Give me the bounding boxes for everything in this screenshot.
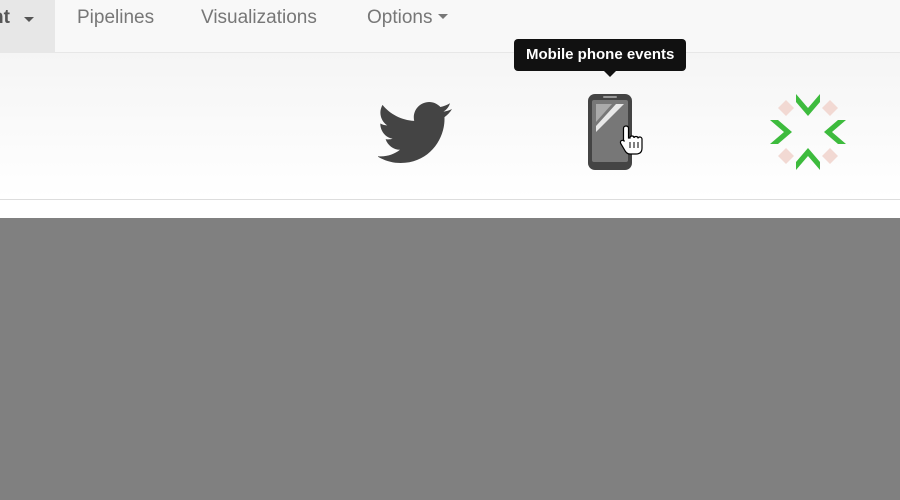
tooltip: Mobile phone events (514, 39, 687, 71)
nav-item-pipelines[interactable]: Pipelines (77, 0, 154, 52)
tooltip-arrow (604, 71, 616, 77)
twitter-bird-icon (377, 102, 452, 163)
nav-item-visualizations[interactable]: Visualizations (201, 0, 317, 52)
nav-item-label: Options (367, 7, 433, 28)
mobile-phone-icon (588, 94, 643, 170)
mobile-phone-source-button[interactable] (586, 92, 648, 172)
modal-backdrop (0, 218, 900, 500)
compress-source-button[interactable] (768, 92, 848, 172)
nav-item-label: nt (0, 7, 10, 28)
caret-down-icon (438, 14, 449, 20)
panel-gap (0, 200, 900, 218)
nav-item-label: Visualizations (201, 7, 317, 28)
twitter-source-button[interactable] (377, 100, 452, 164)
nav-item-options-dropdown[interactable]: Options (367, 0, 449, 52)
nav-item-active-dropdown[interactable]: nt (0, 0, 55, 52)
top-navbar: nt Pipelines Visualizations Options (0, 0, 900, 53)
compress-arrows-icon (770, 94, 846, 170)
caret-down-icon (24, 17, 34, 22)
nav-item-label: Pipelines (77, 7, 155, 28)
